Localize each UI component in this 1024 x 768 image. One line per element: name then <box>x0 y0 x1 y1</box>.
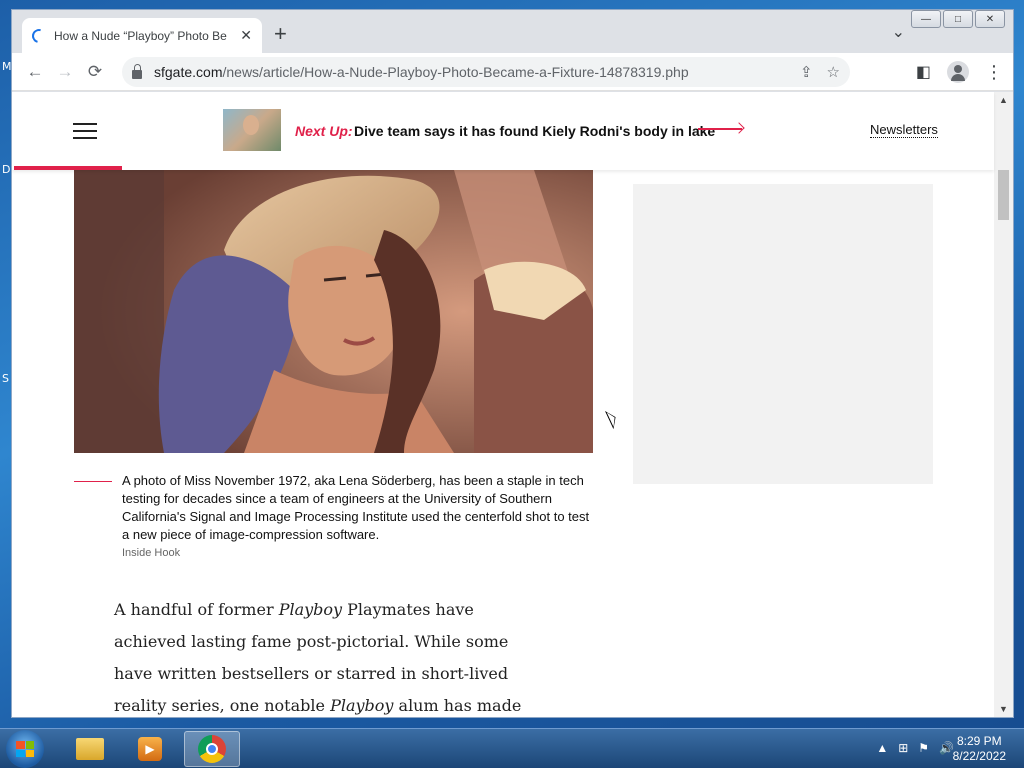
reload-icon[interactable]: ⟳ <box>80 62 110 82</box>
desktop-icon-label[interactable]: M <box>2 60 12 73</box>
back-icon[interactable]: ← <box>20 62 50 82</box>
arrow-right-icon[interactable] <box>698 122 746 136</box>
photo-caption: A photo of Miss November 1972, aka Lena … <box>122 473 590 542</box>
page-viewport: Next Up: Dive team says it has found Kie… <box>12 92 1013 717</box>
lock-icon[interactable] <box>132 63 142 79</box>
folder-icon <box>76 738 104 760</box>
browser-window: — □ ✕ How a Nude “Playboy” Photo Be ✕ + … <box>12 10 1013 717</box>
profile-avatar-icon[interactable] <box>947 61 969 83</box>
reading-progress-bar <box>14 166 123 170</box>
minimize-button[interactable]: — <box>911 10 941 28</box>
action-center-flag-icon[interactable]: ⚑ <box>918 741 929 755</box>
show-hidden-icons-icon[interactable]: ▲ <box>876 741 888 755</box>
browser-tab[interactable]: How a Nude “Playboy” Photo Be ✕ <box>22 18 262 53</box>
media-player-icon: ▶ <box>138 737 162 761</box>
start-button[interactable] <box>6 730 44 768</box>
url-host: sfgate.com <box>154 64 223 80</box>
side-panel-icon[interactable]: ◧ <box>916 62 931 82</box>
ad-placeholder <box>633 184 933 484</box>
article-italic: Playboy <box>330 696 394 715</box>
article-body: A handful of former Playboy Playmates ha… <box>114 594 544 717</box>
site-header: Next Up: Dive team says it has found Kie… <box>12 92 994 170</box>
system-tray: ▲ ⊞ ⚑ 🔊 <box>876 741 954 755</box>
url-path: /news/article/How-a-Nude-Playboy-Photo-B… <box>222 64 689 80</box>
taskbar-chrome[interactable] <box>184 731 240 767</box>
article-text: alum has made <box>393 696 522 715</box>
next-up-label: Next Up: <box>295 123 353 139</box>
tab-title: How a Nude “Playboy” Photo Be <box>54 28 227 43</box>
newsletters-link[interactable]: Newsletters <box>870 122 938 138</box>
taskbar-media-player[interactable]: ▶ <box>122 731 178 767</box>
clock-time: 8:29 PM <box>956 734 1002 748</box>
clock-date: 8/22/2022 <box>952 749 1006 763</box>
photo-illustration <box>74 170 593 453</box>
page-scrollbar[interactable]: ▲ ▼ <box>994 92 1013 717</box>
next-up-headline-link[interactable]: Dive team says it has found Kiely Rodni'… <box>354 123 715 139</box>
article-photo <box>74 170 593 453</box>
photo-credit: Inside Hook <box>122 547 181 559</box>
url-text[interactable]: sfgate.com/news/article/How-a-Nude-Playb… <box>154 64 800 80</box>
menu-kebab-icon[interactable]: ⋮ <box>985 62 1003 83</box>
close-window-button[interactable]: ✕ <box>975 10 1005 28</box>
forward-icon[interactable]: → <box>50 62 80 82</box>
article-text: A handful of former <box>114 600 279 619</box>
network-icon[interactable]: ⊞ <box>898 741 908 755</box>
system-clock[interactable]: 8:29 PM 8/22/2022 <box>953 734 1006 764</box>
share-icon[interactable]: ⇪ <box>800 63 813 81</box>
loading-spinner-icon <box>29 25 49 46</box>
article-italic: Playboy <box>278 600 343 619</box>
desktop-icon-label[interactable]: S <box>2 372 9 385</box>
tab-close-icon[interactable]: ✕ <box>240 27 252 44</box>
window-caption-buttons: — □ ✕ <box>911 10 1005 28</box>
scrollbar-thumb[interactable] <box>998 170 1009 220</box>
scroll-up-arrow-icon[interactable]: ▲ <box>999 95 1008 105</box>
desktop-icon-label[interactable]: D <box>2 163 10 176</box>
next-up-thumbnail[interactable] <box>223 109 281 151</box>
address-bar[interactable]: sfgate.com/news/article/How-a-Nude-Playb… <box>122 57 850 87</box>
tab-search-icon[interactable]: ⌄ <box>892 22 905 42</box>
windows-logo-icon <box>16 741 34 757</box>
chrome-icon <box>198 735 226 763</box>
taskbar-explorer[interactable] <box>62 731 118 767</box>
taskbar: ▶ ▲ ⊞ ⚑ 🔊 8:29 PM 8/22/2022 <box>0 728 1024 768</box>
maximize-button[interactable]: □ <box>943 10 973 28</box>
browser-toolbar: ← → ⟳ sfgate.com/news/article/How-a-Nude… <box>12 53 1013 91</box>
caption-accent-line <box>74 481 112 482</box>
bookmark-star-icon[interactable]: ☆ <box>827 63 840 81</box>
hamburger-menu-icon[interactable] <box>73 123 97 139</box>
new-tab-button[interactable]: + <box>274 23 287 45</box>
scroll-down-arrow-icon[interactable]: ▼ <box>999 704 1008 714</box>
